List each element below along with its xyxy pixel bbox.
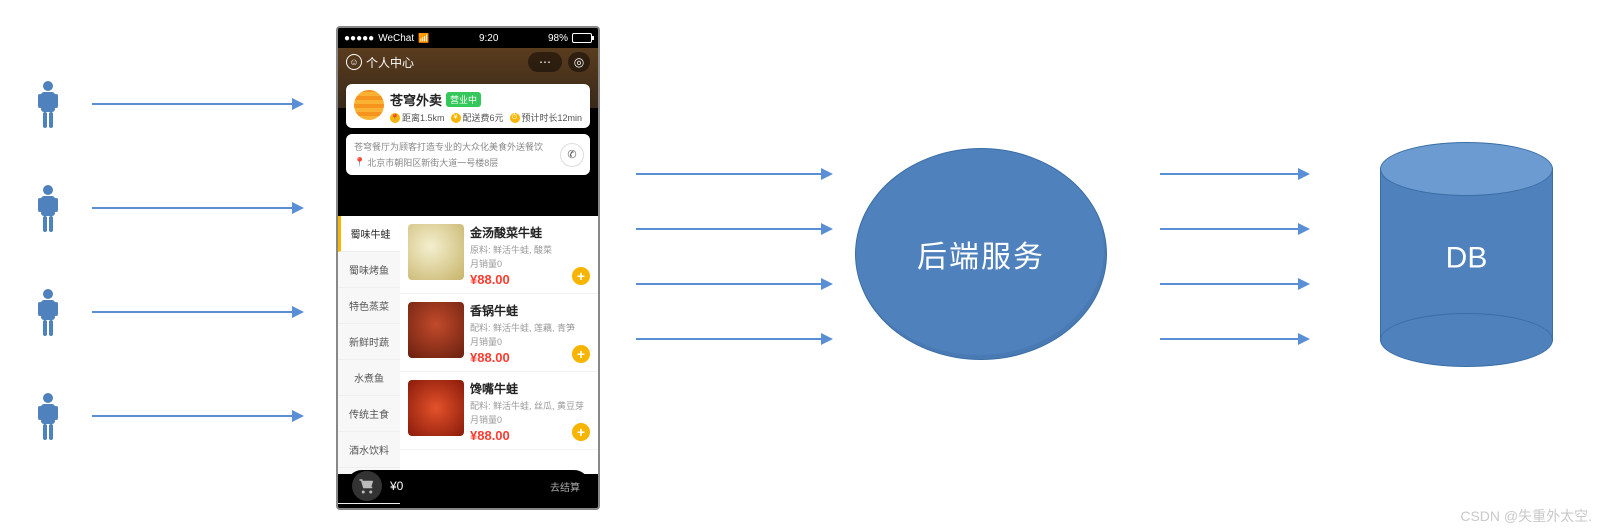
category-item[interactable]: 特色蒸菜	[338, 288, 400, 324]
shop-logo-icon	[354, 90, 384, 120]
watermark: CSDN @失重外太空.	[1460, 506, 1592, 526]
arrow-user-to-phone	[92, 415, 302, 417]
battery-pct: 98%	[548, 33, 568, 44]
category-item[interactable]: 传统主食	[338, 396, 400, 432]
category-item[interactable]: 蜀味牛蛙	[338, 216, 400, 252]
menu-area: 蜀味牛蛙 蜀味烤鱼 特色蒸菜 新鲜时蔬 水煮鱼 传统主食 酒水饮料 汤类 金汤酸…	[338, 216, 598, 474]
add-to-cart-button[interactable]: +	[572, 423, 590, 441]
status-bar: ●●●●● WeChat 9:20 98%	[338, 28, 598, 48]
cart-bar[interactable]: ¥0 去结算	[346, 470, 590, 502]
backend-label: 后端服务	[917, 232, 1045, 276]
database-node: DB	[1380, 142, 1553, 367]
dish-name: 金汤酸菜牛蛙	[470, 224, 590, 241]
shop-desc-text: 苍穹餐厅为顾客打造专业的大众化美食外送餐饮	[354, 140, 582, 153]
dish-item[interactable]: 金汤酸菜牛蛙 原料: 鲜活牛蛙, 酸菜 月销量0 ¥88.00 +	[400, 216, 598, 294]
more-button[interactable]: ⋯	[528, 52, 562, 72]
arrow-backend-to-db	[1160, 173, 1308, 175]
signal-dots-icon: ●●●●●	[344, 33, 374, 44]
pin-icon: 📍	[354, 157, 365, 168]
phone-mock: ●●●●● WeChat 9:20 98% ☺ 个人中心 ⋯ ◎	[338, 28, 598, 508]
arrow-backend-to-db	[1160, 338, 1308, 340]
close-miniprogram-button[interactable]: ◎	[568, 52, 590, 72]
call-shop-button[interactable]: ✆	[560, 143, 584, 167]
arrow-phone-to-backend	[636, 228, 831, 230]
user-icon	[36, 288, 60, 338]
dish-image	[408, 224, 464, 280]
cart-total: ¥0	[390, 479, 403, 493]
dish-item[interactable]: 馋嘴牛蛙 配料: 鲜活牛蛙, 丝瓜, 黄豆芽 月销量0 ¥88.00 +	[400, 372, 598, 450]
shop-name: 苍穹外卖	[390, 90, 442, 109]
arrow-phone-to-backend	[636, 338, 831, 340]
arrow-user-to-phone	[92, 103, 302, 105]
category-item[interactable]: 酒水饮料	[338, 432, 400, 468]
personal-center-label: 个人中心	[366, 54, 414, 71]
db-label: DB	[1380, 241, 1553, 275]
backend-service-node: 后端服务	[855, 148, 1107, 360]
category-list: 蜀味牛蛙 蜀味烤鱼 特色蒸菜 新鲜时蔬 水煮鱼 传统主食 酒水饮料 汤类	[338, 216, 400, 474]
shop-card: 苍穹外卖 营业中 📍距离1.5km ¥配送费6元 ⏱预计时长12min	[346, 84, 590, 128]
shop-address: 北京市朝阳区新街大道一号楼8层	[367, 156, 498, 169]
dish-sub: 配料: 鲜活牛蛙, 丝瓜, 黄豆芽	[470, 399, 590, 412]
arrow-backend-to-db	[1160, 283, 1308, 285]
category-item[interactable]: 新鲜时蔬	[338, 324, 400, 360]
dish-item[interactable]: 香锅牛蛙 配料: 鲜活牛蛙, 莲藕, 青笋 月销量0 ¥88.00 +	[400, 294, 598, 372]
dish-image	[408, 302, 464, 358]
dish-name: 香锅牛蛙	[470, 302, 590, 319]
dish-sub: 原料: 鲜活牛蛙, 酸菜	[470, 243, 590, 256]
add-to-cart-button[interactable]: +	[572, 267, 590, 285]
arrow-user-to-phone	[92, 207, 302, 209]
category-item[interactable]: 蜀味烤鱼	[338, 252, 400, 288]
eta-chip: ⏱预计时长12min	[510, 111, 583, 124]
carrier-label: WeChat	[378, 33, 414, 44]
dish-sub: 配料: 鲜活牛蛙, 莲藕, 青笋	[470, 321, 590, 334]
checkout-button[interactable]: 去结算	[550, 479, 580, 494]
shop-description: 苍穹餐厅为顾客打造专业的大众化美食外送餐饮 📍北京市朝阳区新街大道一号楼8层 ✆	[346, 134, 590, 175]
dish-sales: 月销量0	[470, 257, 590, 270]
user-icon	[36, 184, 60, 234]
personal-center-link[interactable]: ☺ 个人中心	[346, 54, 414, 71]
add-to-cart-button[interactable]: +	[572, 345, 590, 363]
dish-sales: 月销量0	[470, 413, 590, 426]
dish-image	[408, 380, 464, 436]
distance-chip: 📍距离1.5km	[390, 111, 445, 124]
dish-list: 金汤酸菜牛蛙 原料: 鲜活牛蛙, 酸菜 月销量0 ¥88.00 + 香锅牛蛙 配…	[400, 216, 598, 474]
open-badge: 营业中	[446, 92, 481, 107]
battery-icon	[572, 33, 592, 43]
dish-name: 馋嘴牛蛙	[470, 380, 590, 397]
arrow-backend-to-db	[1160, 228, 1308, 230]
arrow-phone-to-backend	[636, 283, 831, 285]
cart-icon	[352, 471, 382, 501]
delivery-fee-chip: ¥配送费6元	[451, 111, 504, 124]
user-icon	[36, 392, 60, 442]
arrow-phone-to-backend	[636, 173, 831, 175]
user-icon	[36, 80, 60, 130]
clock: 9:20	[479, 33, 498, 44]
category-item[interactable]: 水煮鱼	[338, 360, 400, 396]
arrow-user-to-phone	[92, 311, 302, 313]
dish-sales: 月销量0	[470, 335, 590, 348]
wifi-icon	[418, 33, 429, 44]
avatar-icon: ☺	[346, 54, 362, 70]
